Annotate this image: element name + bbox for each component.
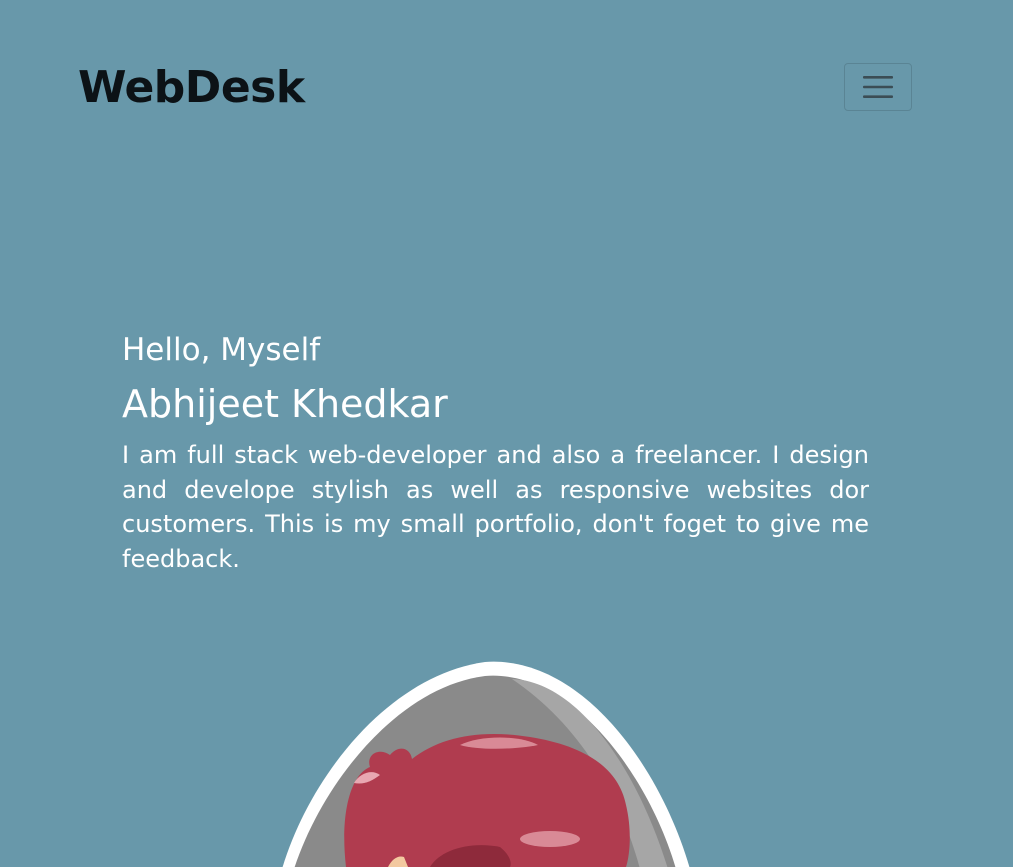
brand-logo-link[interactable]: WebDesk: [78, 60, 305, 116]
hero-about-text: I am full stack web-developer and also a…: [122, 441, 869, 573]
navbar-toggle-button[interactable]: [844, 63, 912, 111]
hero-section: Hello, Myself Abhijeet Khedkar I am full…: [122, 328, 869, 576]
hero-name: Abhijeet Khedkar: [122, 382, 448, 426]
avatar-illustration: [280, 655, 700, 867]
navbar: WebDesk: [0, 0, 1013, 160]
hamburger-menu-icon: [861, 73, 895, 101]
hero-greeting: Hello, Myself: [122, 332, 321, 368]
